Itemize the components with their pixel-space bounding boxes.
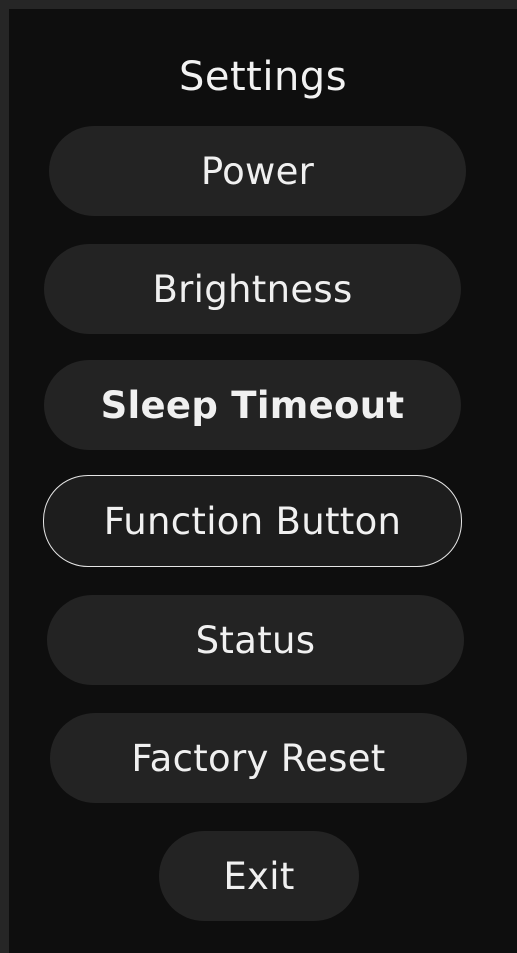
- settings-screen: Settings Power Brightness Sleep Timeout …: [9, 9, 517, 953]
- page-title: Settings: [178, 54, 348, 100]
- exit-button[interactable]: Exit: [159, 831, 359, 921]
- factory-reset-button[interactable]: Factory Reset: [50, 713, 467, 803]
- function-button-button[interactable]: Function Button: [43, 475, 462, 567]
- status-button[interactable]: Status: [47, 595, 464, 685]
- power-button[interactable]: Power: [49, 126, 466, 216]
- brightness-button[interactable]: Brightness: [44, 244, 461, 334]
- sleep-timeout-button[interactable]: Sleep Timeout: [44, 360, 461, 450]
